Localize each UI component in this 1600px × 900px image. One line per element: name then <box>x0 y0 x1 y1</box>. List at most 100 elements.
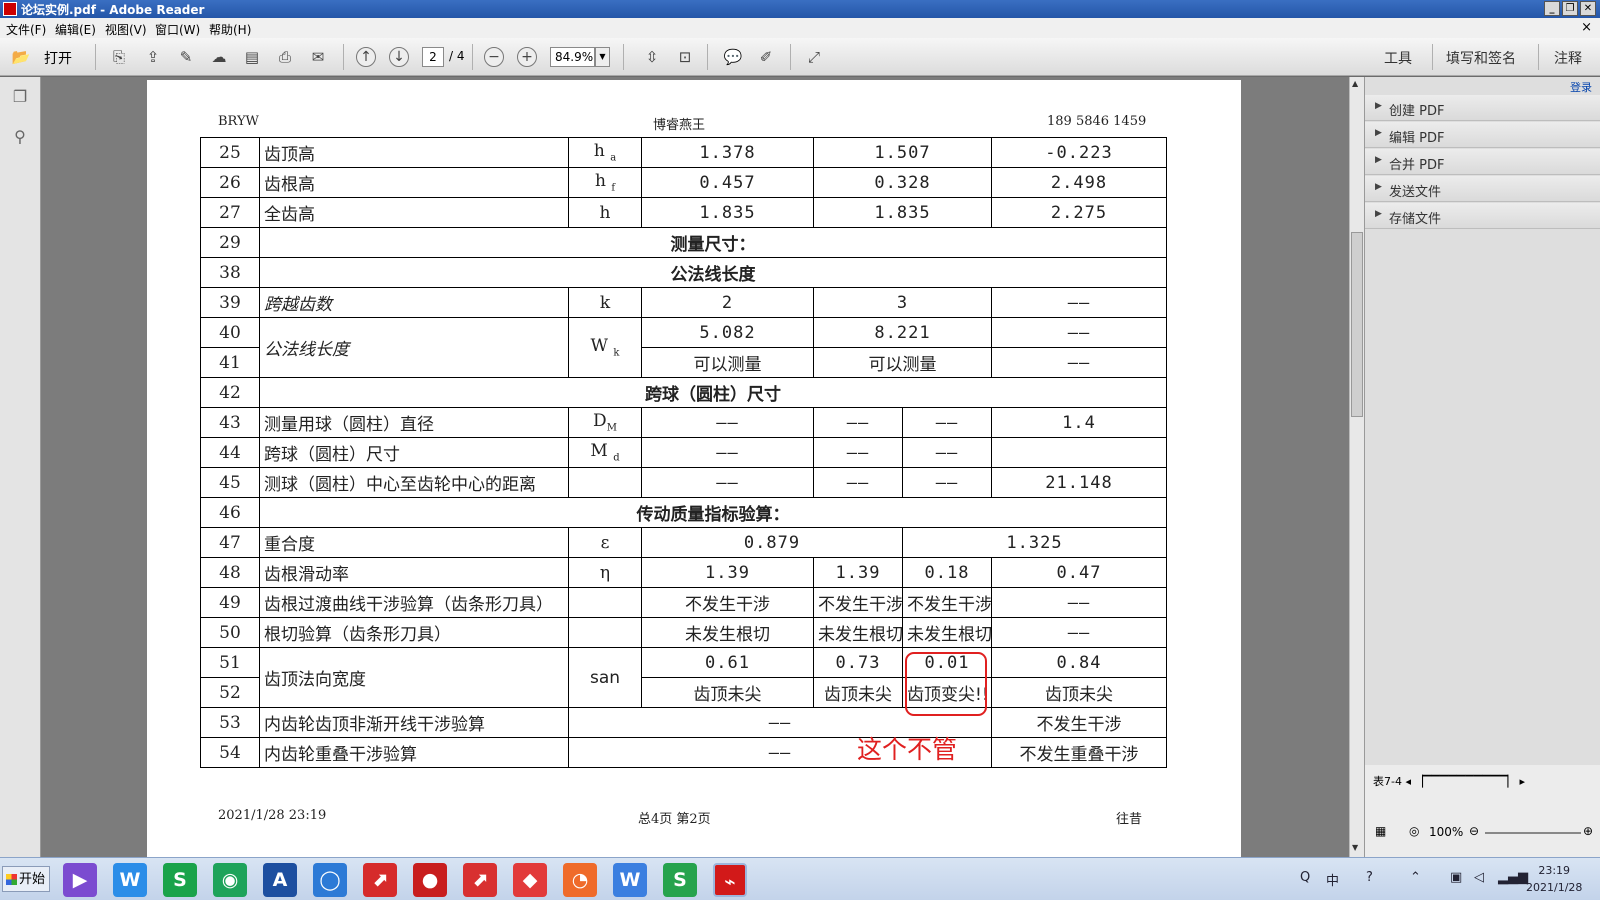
table-cell: 21.148 <box>991 467 1167 498</box>
tray-expand-icon[interactable]: ⌃ <box>1410 870 1421 885</box>
comment-icon[interactable]: 💬 <box>722 46 744 68</box>
table-cell: 齿顶高 <box>259 137 569 168</box>
table-cell: 43 <box>200 407 260 438</box>
menu-help[interactable]: 帮助(H) <box>209 21 251 38</box>
fill-sign-tab[interactable]: 填写和签名 <box>1446 48 1516 68</box>
zoom-plus-icon[interactable]: ⊕ <box>1583 824 1593 838</box>
maximize-button[interactable]: ❐ <box>1562 1 1578 16</box>
zoom-icon[interactable]: ◎ <box>1409 824 1419 838</box>
ime-icon[interactable]: Q <box>1300 870 1310 885</box>
full-screen-icon[interactable]: ⤢ <box>803 46 825 68</box>
open-folder-icon[interactable]: 📂 <box>10 46 32 68</box>
table-cell: 不发生干涉 <box>641 587 814 618</box>
table-cell: 1.835 <box>641 197 814 228</box>
comment-tab[interactable]: 注释 <box>1554 48 1582 68</box>
volume-icon[interactable]: ◁ <box>1474 870 1484 885</box>
page-number-input[interactable]: 2 <box>422 47 444 67</box>
zoom-in-icon[interactable]: + <box>517 47 537 67</box>
combine-pdf-item[interactable]: ▶ 合并 PDF <box>1365 149 1600 175</box>
zoom-slider[interactable] <box>1485 832 1581 834</box>
create-pdf-icon[interactable]: ⎘ <box>108 46 130 68</box>
fit-page-icon[interactable]: ⊡ <box>674 46 696 68</box>
pdf-tool-icon[interactable]: ⬈ <box>363 863 397 897</box>
previous-page-icon[interactable]: ↑ <box>356 47 376 67</box>
table-cell: 8.221 <box>813 317 992 348</box>
toolbar: 📂 打开 ⎘ ⇪ ✎ ☁ ▤ ⎙ ✉ ↑ ↓ 2 / 4 − + 84.9% ▼… <box>0 38 1600 76</box>
cloud-upload-icon[interactable]: ☁ <box>208 46 230 68</box>
writer-icon[interactable]: W <box>113 863 147 897</box>
store-file-item[interactable]: ▶ 存储文件 <box>1365 203 1600 229</box>
table-row: 27 全齿高 h 1.835 1.835 2.275 <box>200 197 1167 228</box>
adobe-reader-taskbar-icon[interactable]: ⌁ <box>713 863 747 897</box>
sheet-tab-strip[interactable]: 表7-4 ◂ ▕▔▔▔▔▔▔▔▔▔▔▏ ▸ <box>1373 773 1595 789</box>
clock[interactable]: 23:19 2021/1/28 <box>1526 862 1582 896</box>
ime-mode[interactable]: 中 <box>1326 870 1339 889</box>
edit-icon[interactable]: ✎ <box>175 46 197 68</box>
zoom-minus-icon[interactable]: ⊖ <box>1469 824 1479 838</box>
scroll-up-icon[interactable]: ▲ <box>1352 79 1358 88</box>
footer-center: 总4页 第2页 <box>638 812 711 827</box>
sheets-icon[interactable]: S <box>663 863 697 897</box>
highlight-icon[interactable]: ✐ <box>755 46 777 68</box>
messenger-icon[interactable]: ◔ <box>563 863 597 897</box>
zoom-out-icon[interactable]: − <box>484 47 504 67</box>
vertical-scrollbar[interactable]: ▲ ▼ <box>1349 77 1364 857</box>
table-cell: 0.61 <box>641 647 814 678</box>
login-link[interactable]: 登录 <box>1570 79 1592 95</box>
print-icon[interactable]: ⎙ <box>274 46 296 68</box>
minimize-button[interactable]: _ <box>1544 1 1560 16</box>
antivirus-icon[interactable]: ◆ <box>513 863 547 897</box>
table-cell: —— <box>902 407 992 438</box>
next-page-icon[interactable]: ↓ <box>389 47 409 67</box>
table-cell: 0.879 <box>641 527 903 558</box>
view-mode-icon[interactable]: ▦ <box>1375 824 1386 838</box>
close-document-button[interactable]: × <box>1581 20 1592 35</box>
spreadsheet-icon[interactable]: S <box>163 863 197 897</box>
table-cell: 53 <box>200 707 260 738</box>
table-row: 53 内齿轮齿顶非渐开线干涉验算 —— 不发生干涉 <box>200 707 1167 738</box>
table-cell: 未发生根切 <box>641 617 814 648</box>
zoom-input[interactable]: 84.9% <box>550 47 595 67</box>
close-button[interactable]: ✕ <box>1580 1 1596 16</box>
export-pdf-icon[interactable]: ⇪ <box>142 46 164 68</box>
pdf-reader-icon[interactable]: ⬈ <box>463 863 497 897</box>
edit-pdf-item[interactable]: ▶ 编辑 PDF <box>1365 122 1600 148</box>
tools-tab[interactable]: 工具 <box>1384 48 1412 68</box>
menu-view[interactable]: 视图(V) <box>105 21 147 38</box>
scroll-thumb[interactable] <box>1351 232 1363 417</box>
visual-studio-icon[interactable]: ▶ <box>63 863 97 897</box>
red-annotation-box <box>905 652 987 716</box>
section-row: 42 跨球（圆柱）尺寸 <box>200 377 1167 408</box>
start-button[interactable]: 开始 <box>2 866 50 892</box>
open-button[interactable]: 打开 <box>44 48 72 68</box>
page-thumbnails-icon[interactable]: ❐ <box>10 87 30 109</box>
email-icon[interactable]: ✉ <box>307 46 329 68</box>
send-file-item[interactable]: ▶ 发送文件 <box>1365 176 1600 202</box>
tools-pane: 登录 ▶ 创建 PDF ▶ 编辑 PDF ▶ 合并 PDF ▶ 发送文件 ▶ 存储文件 表… <box>1364 77 1600 857</box>
table-cell <box>991 437 1167 468</box>
zoom-dropdown-icon[interactable]: ▼ <box>595 47 610 67</box>
table-cell: 跨球（圆柱）尺寸 <box>259 437 569 468</box>
table-cell: —— <box>641 407 814 438</box>
save-icon[interactable]: ▤ <box>241 46 263 68</box>
network-icon[interactable]: ▣ <box>1450 870 1462 885</box>
attachment-icon[interactable]: ⚲ <box>10 127 30 149</box>
cad-icon[interactable]: A <box>263 863 297 897</box>
menu-file[interactable]: 文件(F) <box>6 21 46 38</box>
cnki-icon[interactable]: ● <box>413 863 447 897</box>
table-cell: ε <box>568 527 642 558</box>
help-icon[interactable]: ? <box>1366 870 1373 885</box>
zoom-status: ▦ ◎ 100% ⊖ ⊕ <box>1365 822 1600 844</box>
menu-edit[interactable]: 编辑(E) <box>55 21 96 38</box>
create-pdf-item[interactable]: ▶ 创建 PDF <box>1365 95 1600 121</box>
signal-icon[interactable]: ▂▄▆ <box>1498 870 1528 885</box>
table-cell: 25 <box>200 137 260 168</box>
page-total: / 4 <box>449 49 465 63</box>
browser-icon[interactable]: ◯ <box>313 863 347 897</box>
wechat-icon[interactable]: ◉ <box>213 863 247 897</box>
scroll-down-icon[interactable]: ▼ <box>1352 843 1358 852</box>
word-icon[interactable]: W <box>613 863 647 897</box>
menu-window[interactable]: 窗口(W) <box>155 21 200 38</box>
table-cell: W k <box>568 317 642 378</box>
fit-width-icon[interactable]: ⇳ <box>641 46 663 68</box>
